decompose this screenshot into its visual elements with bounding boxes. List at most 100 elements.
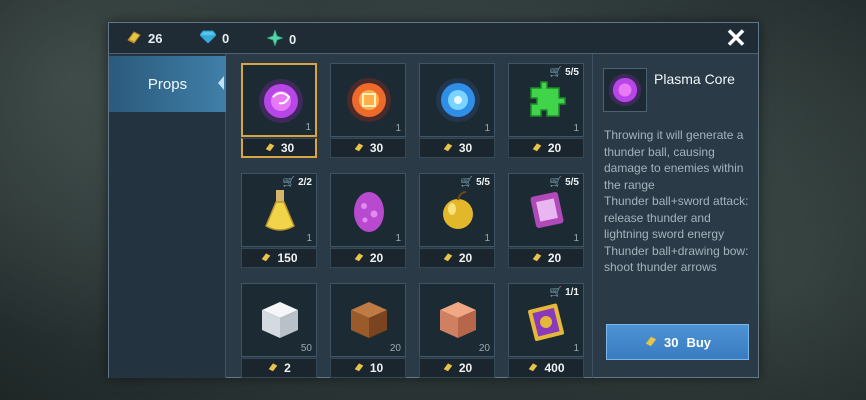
item-price: 30 xyxy=(419,138,495,158)
ice-core-icon xyxy=(436,78,480,122)
item-fire-core[interactable]: 1 30 xyxy=(330,63,406,161)
gold-bar-icon xyxy=(264,141,276,155)
item-price: 10 xyxy=(330,358,406,378)
detail-description: Throwing it will generate a thunder ball… xyxy=(604,128,749,274)
gold-bar-icon xyxy=(442,251,454,265)
star-crystal-icon xyxy=(265,28,285,49)
item-quantity: 1 xyxy=(305,122,311,133)
item-price-value: 2 xyxy=(284,361,291,375)
item-price-value: 400 xyxy=(544,361,565,375)
item-price: 150 xyxy=(241,248,317,268)
item-price-value: 150 xyxy=(277,251,298,265)
gold-bar-icon xyxy=(353,361,365,375)
item-price-value: 30 xyxy=(280,140,295,155)
star-counter: 0 xyxy=(265,28,297,49)
item-quantity: 20 xyxy=(478,343,490,354)
item-spell-book[interactable]: 🛒 1/1 1 400 xyxy=(508,283,584,379)
item-slot: 🛒 5/5 1 xyxy=(508,63,584,137)
item-price-value: 20 xyxy=(547,141,562,155)
gold-bar-icon xyxy=(267,361,279,375)
item-price: 20 xyxy=(419,248,495,268)
item-quantity: 50 xyxy=(300,343,312,354)
item-ice-core[interactable]: 1 30 xyxy=(419,63,495,161)
plasma-core-icon xyxy=(259,79,303,123)
tab-props[interactable]: Props xyxy=(109,56,226,112)
gold-bar-icon xyxy=(126,30,142,47)
currency-bar: 26 0 0 ✕ xyxy=(109,23,758,54)
item-quantity: 1 xyxy=(395,233,401,244)
item-golden-apple[interactable]: 🛒 5/5 1 20 xyxy=(419,173,495,271)
item-quantity: 1 xyxy=(484,123,490,134)
fire-core-icon xyxy=(347,78,391,122)
gold-bar-icon xyxy=(442,361,454,375)
tab-props-label: Props xyxy=(147,75,188,93)
item-price-value: 20 xyxy=(458,361,473,375)
item-quantity: 1 xyxy=(573,233,579,244)
item-slot: 1 xyxy=(241,63,317,137)
diamond-counter: 0 xyxy=(199,30,230,46)
item-copper-block[interactable]: 20 20 xyxy=(419,283,495,379)
item-price: 30 xyxy=(241,138,317,158)
item-price-value: 30 xyxy=(369,141,384,155)
item-price-value: 20 xyxy=(369,251,384,265)
item-price: 400 xyxy=(508,358,584,378)
item-quantity: 1 xyxy=(573,343,579,354)
item-price-value: 20 xyxy=(458,251,473,265)
white-block-icon xyxy=(262,302,298,338)
close-button[interactable]: ✕ xyxy=(724,23,748,53)
plasma-core-icon xyxy=(608,73,642,107)
gold-bar-icon xyxy=(527,361,539,375)
item-wood-block[interactable]: 20 10 xyxy=(330,283,406,379)
golden-apple-icon xyxy=(443,191,473,229)
item-price: 20 xyxy=(508,138,584,158)
item-potion[interactable]: 🛒 2/2 1 150 xyxy=(241,173,317,271)
item-grid: 1 30 1 30 1 30 🛒 5/5 1 20 🛒 2/2 1 150 1 … xyxy=(241,63,586,379)
item-scroll[interactable]: 🛒 5/5 1 20 xyxy=(508,173,584,271)
potion-flask-icon xyxy=(265,190,295,231)
detail-title: Plasma Core xyxy=(654,71,735,87)
item-plasma-core[interactable]: 1 30 xyxy=(241,63,317,161)
diamond-value: 0 xyxy=(222,30,230,46)
buy-button[interactable]: 30 Buy xyxy=(606,324,749,360)
wood-block-icon xyxy=(351,302,387,338)
gold-bar-icon xyxy=(531,251,543,265)
category-sidebar: Props xyxy=(109,54,226,378)
item-price: 20 xyxy=(419,358,495,378)
item-price-value: 10 xyxy=(369,361,384,375)
item-slot: 🛒 5/5 1 xyxy=(419,173,495,247)
gold-bar-icon xyxy=(260,251,272,265)
gold-counter: 26 xyxy=(126,30,162,47)
item-white-block[interactable]: 50 2 xyxy=(241,283,317,379)
item-price: 20 xyxy=(508,248,584,268)
item-green-puzzle[interactable]: 🛒 5/5 1 20 xyxy=(508,63,584,161)
diamond-icon xyxy=(199,30,217,46)
copper-block-icon xyxy=(440,302,476,338)
item-quantity: 1 xyxy=(484,233,490,244)
item-price: 20 xyxy=(330,248,406,268)
chevron-left-icon xyxy=(218,76,224,90)
shop-panel: 26 0 0 ✕ Props 1 30 1 30 1 30 🛒 5/5 1 20… xyxy=(108,22,759,378)
item-slot: 1 xyxy=(330,173,406,247)
spell-book-icon xyxy=(528,303,565,341)
puzzle-piece-icon xyxy=(530,81,566,117)
item-slot: 🛒 5/5 1 xyxy=(508,173,584,247)
item-slot: 50 xyxy=(241,283,317,357)
gold-bar-icon xyxy=(353,141,365,155)
item-detail-panel: Plasma Core Throwing it will generate a … xyxy=(597,54,759,378)
item-slot: 🛒 2/2 1 xyxy=(241,173,317,247)
scroll-icon xyxy=(530,191,564,229)
gold-bar-icon xyxy=(531,141,543,155)
item-quantity: 20 xyxy=(389,343,401,354)
item-slot: 1 xyxy=(330,63,406,137)
close-icon: ✕ xyxy=(725,23,747,53)
item-price-value: 30 xyxy=(458,141,473,155)
item-price: 2 xyxy=(241,358,317,378)
star-value: 0 xyxy=(289,32,297,47)
item-slot: 20 xyxy=(419,283,495,357)
item-quantity: 1 xyxy=(306,233,312,244)
item-quantity: 1 xyxy=(395,123,401,134)
item-egg[interactable]: 1 20 xyxy=(330,173,406,271)
item-slot: 20 xyxy=(330,283,406,357)
gold-value: 26 xyxy=(148,31,163,46)
gold-bar-icon xyxy=(353,251,365,265)
